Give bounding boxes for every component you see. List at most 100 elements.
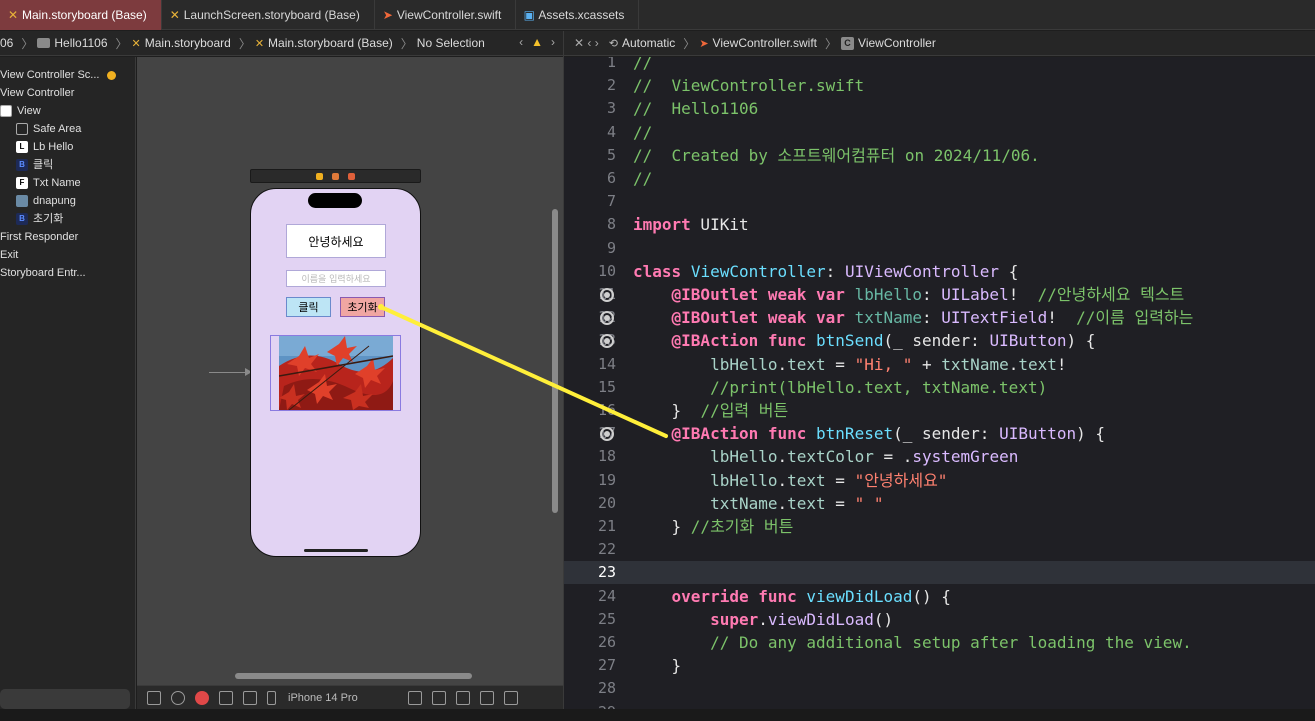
outline-filter-field[interactable] [0, 689, 130, 709]
code-text: lbHello.text = "안녕하세요" [710, 470, 948, 490]
outline-item[interactable]: View Controller Sc... [0, 66, 117, 84]
jump-bar-segment[interactable]: Hello1106 [37, 36, 108, 50]
outline-item[interactable]: B 클릭 [16, 156, 53, 174]
tab-4[interactable]: ▣ Assets.xcassets [516, 0, 640, 30]
canvas-horizontal-scrollbar[interactable] [235, 673, 472, 679]
code-line[interactable]: 21 } //초기화 버튼 [564, 515, 1315, 538]
code-line[interactable]: 7 [564, 190, 1315, 213]
code-editor[interactable]: 1 // 2 // ViewController.swift 3 // Hello1106… [564, 57, 1315, 709]
code-line[interactable]: 22 [564, 538, 1315, 561]
update-frames-icon[interactable] [407, 690, 422, 705]
jump-bar-segment[interactable]: 06 [0, 36, 13, 50]
name-text-field[interactable]: 이름을 입력하세요 [286, 270, 386, 287]
maple-leaves-image[interactable] [279, 336, 393, 410]
code-line[interactable]: 2 // ViewController.swift [564, 74, 1315, 97]
jump-bar-segment[interactable]: No Selection [417, 36, 485, 50]
button-icon: B [16, 159, 28, 171]
accessibility-icon[interactable] [171, 690, 185, 705]
code-line[interactable]: 10 class ViewController: UIViewController… [564, 260, 1315, 283]
jump-bar-segment[interactable]: C ViewController [841, 36, 936, 50]
code-line[interactable]: 20 txtName.text = " " [564, 492, 1315, 515]
code-line[interactable]: 19 lbHello.text = "안녕하세요" [564, 469, 1315, 492]
code-line[interactable]: 1 // [564, 57, 1315, 74]
orientation-icon[interactable] [219, 690, 233, 705]
code-line[interactable]: 28 [564, 677, 1315, 700]
outline-item[interactable]: dnapung [16, 192, 76, 210]
first-responder-icon[interactable] [332, 173, 339, 180]
tab-2[interactable]: ✕ LaunchScreen.storyboard (Base) [162, 0, 375, 30]
iphone-scene[interactable]: 안녕하세요 이름을 입력하세요 클릭 초기화 [250, 188, 421, 557]
code-text: txtName.text = " " [710, 493, 884, 513]
device-selector[interactable]: iPhone 14 Pro [288, 692, 358, 704]
chevron-right-icon: 〉 [21, 36, 34, 51]
outline-toggle-icon[interactable] [147, 690, 161, 705]
code-line[interactable]: 14 lbHello.text = "Hi, " + txtName.text! [564, 353, 1315, 376]
jump-bar-segment[interactable]: ⟲ Automatic [609, 36, 676, 50]
jump-bar-segment[interactable]: ✕ Main.storyboard [132, 36, 231, 50]
outline-item[interactable]: B 초기화 [16, 210, 63, 228]
code-line[interactable]: 16 } //입력 버튼 [564, 399, 1315, 422]
code-line[interactable]: 27 } [564, 654, 1315, 677]
scene-dock[interactable] [250, 169, 421, 183]
code-line[interactable]: 12 @IBOutlet weak var txtName: UITextFie… [564, 306, 1315, 329]
code-line[interactable]: 23 [564, 561, 1315, 585]
code-line[interactable]: 24 override func viewDidLoad() { [564, 585, 1315, 608]
warning-icon[interactable]: ▲ [531, 35, 543, 49]
button-icon: B [16, 213, 28, 225]
code-line[interactable]: 25 super.viewDidLoad() [564, 608, 1315, 631]
line-number: 21 [597, 517, 616, 535]
outline-item[interactable]: View Controller [0, 84, 74, 102]
code-line[interactable]: 9 [564, 237, 1315, 260]
click-button[interactable]: 클릭 [286, 297, 331, 317]
jump-bar-segment[interactable]: ✕ Main.storyboard (Base) [255, 36, 393, 50]
outline-item[interactable]: Safe Area [16, 120, 81, 138]
outline-item[interactable]: Storyboard Entr... [0, 264, 86, 282]
chevron-left-icon[interactable]: ‹ [519, 35, 523, 49]
code-line[interactable]: 18 lbHello.textColor = .systemGreen [564, 445, 1315, 468]
code-line[interactable]: 6 // [564, 167, 1315, 190]
outline-item[interactable]: Exit [0, 246, 18, 264]
code-line[interactable]: 13 @IBAction func btnSend(_ sender: UIBu… [564, 329, 1315, 352]
code-line[interactable]: 15 //print(lbHello.text, txtName.text) [564, 376, 1315, 399]
tab-3[interactable]: ➤ ViewController.swift [375, 0, 517, 30]
add-constraints-icon[interactable] [455, 690, 470, 705]
code-line[interactable]: 26 // Do any additional setup after load… [564, 631, 1315, 654]
outline-item-label: Exit [0, 249, 19, 261]
code-line[interactable]: 3 // Hello1106 [564, 97, 1315, 120]
outline-item-label: Txt Name [33, 177, 81, 189]
code-line[interactable]: 5 // Created by 소프트웨어컴퓨터 on 2024/11/06. [564, 144, 1315, 167]
chevron-right-icon[interactable]: › [551, 35, 555, 49]
resolve-issues-icon[interactable] [479, 690, 494, 705]
code-line[interactable]: 29 [564, 701, 1315, 709]
embed-in-icon[interactable] [503, 690, 518, 705]
code-line[interactable]: 8 import UIKit [564, 213, 1315, 236]
code-line[interactable]: 11 @IBOutlet weak var lbHello: UILabel! … [564, 283, 1315, 306]
code-line[interactable]: 4 // [564, 121, 1315, 144]
connection-well-icon[interactable] [600, 288, 614, 302]
align-icon[interactable] [431, 690, 446, 705]
size-class-icon[interactable] [243, 690, 257, 705]
outline-item[interactable]: First Responder [0, 228, 78, 246]
appearance-icon[interactable] [195, 690, 209, 705]
outline-item[interactable]: L Lb Hello [16, 138, 73, 156]
storyboard-canvas[interactable]: 안녕하세요 이름을 입력하세요 클릭 초기화 [137, 57, 563, 685]
image-view-frame[interactable] [270, 335, 401, 411]
view-controller-icon[interactable] [316, 173, 323, 180]
reset-button[interactable]: 초기화 [340, 297, 385, 317]
close-and-nav-icon[interactable]: ✕ ‹ › [574, 36, 599, 50]
code-text: // [633, 57, 653, 72]
outline-item-label: Lb Hello [33, 141, 74, 153]
storyboard-entry-arrow[interactable] [209, 368, 252, 376]
line-number: 9 [606, 238, 616, 257]
outline-item[interactable]: F Txt Name [16, 174, 81, 192]
code-line[interactable]: 17 @IBAction func btnReset(_ sender: UIB… [564, 422, 1315, 445]
canvas-vertical-scrollbar[interactable] [552, 209, 558, 513]
outline-item[interactable]: View [0, 102, 41, 120]
line-number: 5 [606, 145, 616, 164]
exit-icon[interactable] [348, 173, 355, 180]
tab-1[interactable]: ✕ Main.storyboard (Base) [0, 0, 162, 30]
hello-label[interactable]: 안녕하세요 [286, 224, 386, 258]
device-icon[interactable] [267, 690, 276, 705]
jump-bar-segment[interactable]: ➤ ViewController.swift [699, 36, 817, 50]
line-number: 16 [597, 401, 616, 419]
